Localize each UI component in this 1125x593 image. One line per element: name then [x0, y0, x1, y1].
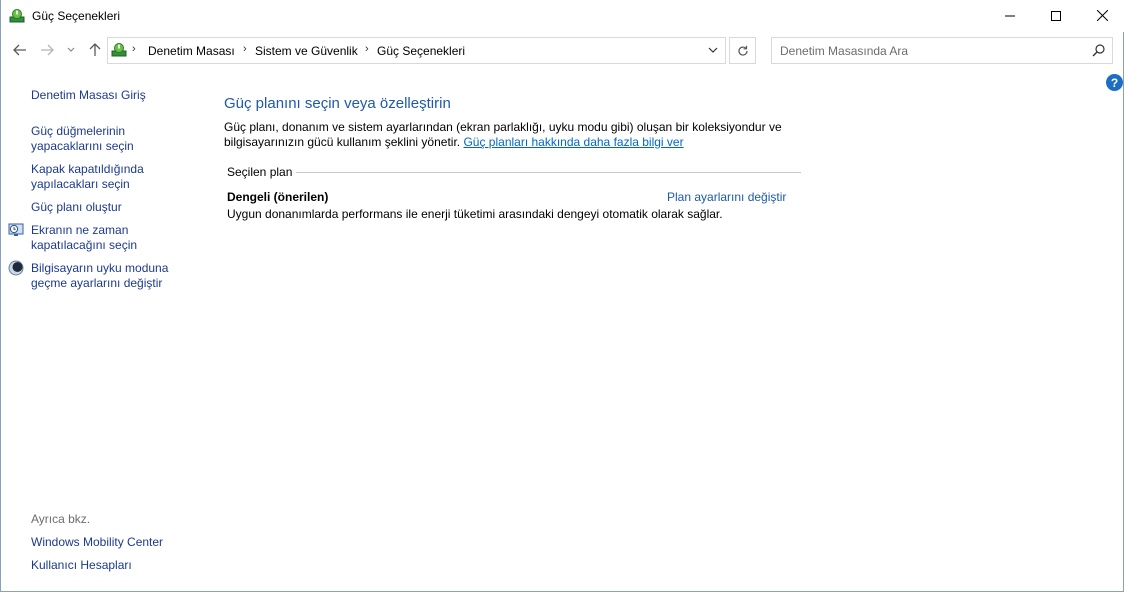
power-options-window: Güç Seçenekleri › Denetim Masası › Siste…	[0, 0, 1125, 592]
minimize-icon	[1005, 15, 1015, 16]
address-bar[interactable]: › Denetim Masası › Sistem ve Güvenlik › …	[107, 37, 726, 64]
sidebar-link-lid-close[interactable]: Kapak kapatıldığında yapılacakları seçin	[31, 162, 144, 192]
change-plan-settings-link[interactable]: Plan ayarlarını değiştir	[667, 190, 786, 204]
breadcrumb-system-security[interactable]: Sistem ve Güvenlik	[255, 44, 358, 58]
title-bar: Güç Seçenekleri	[1, 0, 1125, 32]
help-button[interactable]: ?	[1106, 74, 1123, 91]
maximize-button[interactable]	[1033, 0, 1079, 31]
plan-description: Uygun donanımlarda performans ile enerji…	[227, 207, 723, 221]
close-button[interactable]	[1079, 0, 1125, 31]
maximize-icon	[1051, 10, 1061, 21]
sidebar-link-power-buttons[interactable]: Güç düğmelerinin yapacaklarını seçin	[31, 124, 134, 154]
learn-more-link[interactable]: Güç planları hakkında daha fazla bilgi v…	[463, 135, 683, 149]
sidebar-link-sleep-settings[interactable]: Bilgisayarın uyku moduna geçme ayarların…	[31, 261, 168, 291]
power-options-icon	[9, 9, 25, 23]
chevron-down-icon	[67, 47, 75, 52]
sidebar-link-create-plan[interactable]: Güç planı oluştur	[31, 200, 122, 215]
page-description: Güç planı, donanım ve sistem ayarlarında…	[224, 120, 804, 150]
sidebar-link-control-panel-home[interactable]: Denetim Masası Giriş	[31, 88, 146, 103]
breadcrumb-power-options[interactable]: Güç Seçenekleri	[377, 44, 465, 58]
sidebar-link-display-off[interactable]: Ekranın ne zaman kapatılacağını seçin	[31, 223, 137, 253]
search-icon[interactable]	[1092, 44, 1105, 57]
search-box[interactable]: Denetim Masasında Ara	[771, 37, 1113, 64]
section-label-selected-plan: Seçilen plan	[227, 165, 293, 179]
back-arrow-icon	[13, 44, 26, 56]
sidebar-link-mobility-center[interactable]: Windows Mobility Center	[31, 535, 163, 550]
page-title: Güç planını seçin veya özelleştirin	[224, 95, 451, 112]
close-icon	[1096, 10, 1108, 21]
address-dropdown-button[interactable]	[704, 41, 722, 59]
search-placeholder: Denetim Masasında Ara	[780, 44, 909, 58]
breadcrumb-control-panel[interactable]: Denetim Masası	[148, 44, 235, 58]
refresh-icon	[737, 45, 748, 56]
chevron-right-icon: ›	[132, 43, 136, 55]
moon-icon	[8, 260, 24, 276]
section-divider	[296, 172, 801, 173]
chevron-right-icon: ›	[365, 43, 369, 55]
monitor-clock-icon	[8, 223, 24, 236]
window-title: Güç Seçenekleri	[32, 9, 121, 23]
see-also-heading: Ayrıca bkz.	[31, 512, 91, 526]
back-button[interactable]	[10, 40, 30, 60]
refresh-button[interactable]	[729, 37, 756, 64]
chevron-down-icon	[708, 47, 718, 53]
recent-locations-button[interactable]	[64, 40, 78, 60]
forward-button[interactable]	[37, 40, 57, 60]
plan-name: Dengeli (önerilen)	[227, 190, 329, 204]
up-arrow-icon	[89, 43, 101, 56]
power-options-icon	[111, 43, 127, 57]
chevron-right-icon: ›	[243, 43, 247, 55]
minimize-button[interactable]	[987, 0, 1033, 31]
up-button[interactable]	[85, 40, 105, 60]
forward-arrow-icon	[41, 44, 54, 56]
sidebar-link-user-accounts[interactable]: Kullanıcı Hesapları	[31, 558, 132, 573]
